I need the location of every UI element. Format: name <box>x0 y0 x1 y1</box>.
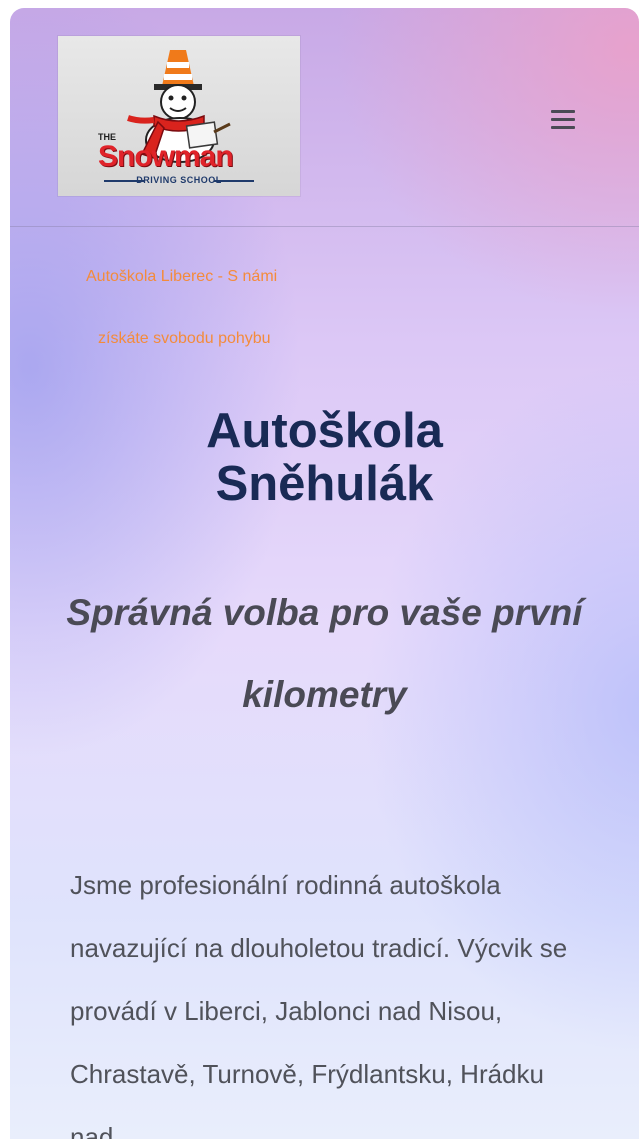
site-logo[interactable]: THE Snowman DRIVING SCHOOL <box>58 36 300 196</box>
page-title: Autoškola Sněhulák <box>10 405 639 511</box>
page: THE Snowman DRIVING SCHOOL Autoškola Lib… <box>10 8 639 1139</box>
hamburger-menu-icon[interactable] <box>546 106 580 134</box>
menu-bar-bottom <box>551 126 575 129</box>
logo-subtitle-text: DRIVING SCHOOL <box>136 175 222 185</box>
hero-tagline-line2: získáte svobodu pohybu <box>98 330 271 347</box>
intro-paragraph: Jsme profesionální rodinná autoškola nav… <box>70 870 568 1139</box>
menu-bar-top <box>551 110 575 113</box>
hero-subtitle: Správná volba pro vaše první kilometry <box>66 592 583 715</box>
site-header: THE Snowman DRIVING SCHOOL <box>10 8 639 227</box>
page-title-line2: Sněhulák <box>215 456 434 511</box>
page-title-line1: Autoškola <box>206 404 443 458</box>
logo-name-text: Snowman <box>98 140 234 173</box>
menu-bar-middle <box>551 118 575 121</box>
hero-tagline-line1: Autoškola Liberec - S námi <box>86 268 278 285</box>
